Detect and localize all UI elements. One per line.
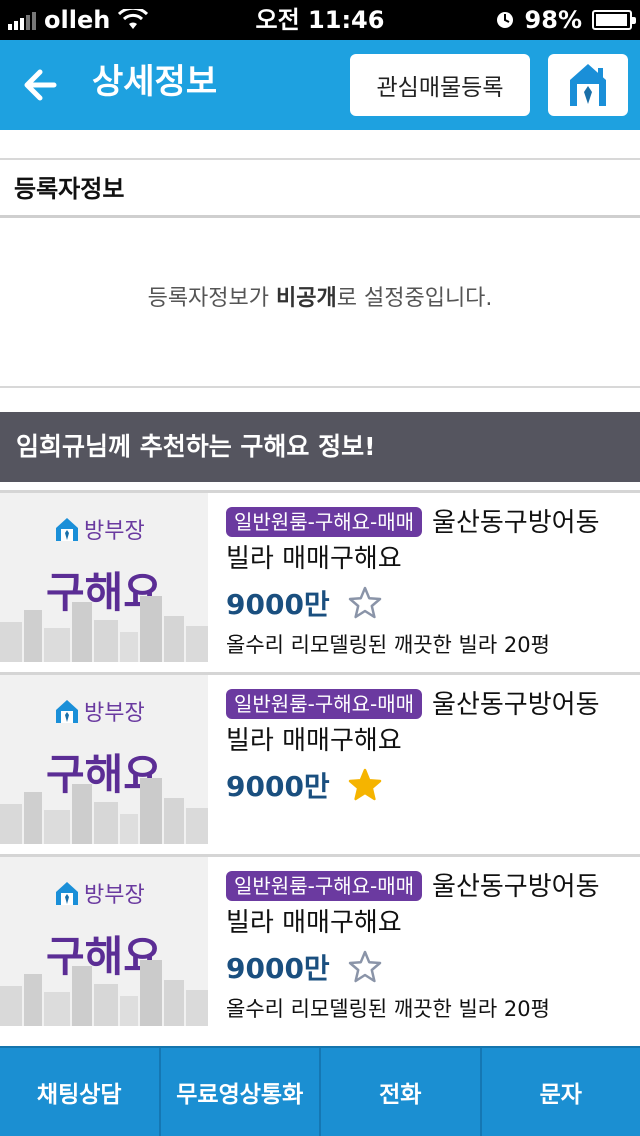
message-private-emphasis: 비공개 [276, 286, 337, 311]
message-suffix: 로 설정중입니다. [336, 286, 493, 311]
listing-title-line: 일반원룸-구해요-매매 울산동구방어동 빌라 매매구해요 [226, 505, 630, 577]
add-favorite-button[interactable]: 관심매물등록 [350, 54, 530, 116]
alarm-clock-icon [496, 12, 513, 28]
listing-price: 9000만 [226, 770, 330, 803]
price-row: 9000만 [226, 583, 630, 623]
listing-thumbnail: 방부장 구해요 [0, 675, 208, 844]
home-button[interactable] [548, 54, 628, 116]
listing-item[interactable]: 방부장 구해요 일반원룸-구해요-매매 울산동구방어동 빌라 매매구해요 9000만올수… [0, 854, 640, 1026]
listing-item[interactable]: 방부장 구해요 일반원룸-구해요-매매 울산동구방어동 빌라 매매구해요 9000만 [0, 672, 640, 844]
listing-thumbnail: 방부장 구해요 [0, 493, 208, 662]
battery-percent: 98% [524, 6, 582, 34]
status-right: 98% [495, 0, 636, 40]
city-skyline-illustration [0, 778, 208, 844]
carrier-label: olleh [44, 6, 111, 34]
city-skyline-illustration [0, 960, 208, 1026]
phone-call-button[interactable]: 전화 [321, 1048, 482, 1136]
registrant-section: 등록자정보 등록자정보가 비공개로 설정중입니다. [0, 130, 640, 412]
listing-price: 9000만 [226, 952, 330, 985]
city-skyline-illustration [0, 596, 208, 662]
listing-info: 일반원룸-구해요-매매 울산동구방어동 빌라 매매구해요 9000만 [226, 687, 630, 805]
listing-price: 9000만 [226, 588, 330, 621]
listing-description: 올수리 리모델링된 깨끗한 빌라 20평 [226, 997, 550, 1021]
brand-name: 방부장 [84, 883, 145, 908]
section-divider [0, 386, 640, 388]
listing-title-line: 일반원룸-구해요-매매 울산동구방어동 빌라 매매구해요 [226, 687, 630, 759]
house-logo-icon [56, 882, 78, 905]
back-button[interactable] [18, 60, 68, 110]
listing-info: 일반원룸-구해요-매매 울산동구방어동 빌라 매매구해요 9000만올수리 리모델링… [226, 505, 630, 659]
price-row: 9000만 [226, 947, 630, 987]
star-outline-icon[interactable] [348, 950, 382, 984]
category-tag: 일반원룸-구해요-매매 [226, 689, 423, 719]
star-filled-icon[interactable] [348, 768, 382, 802]
house-logo-icon [56, 518, 78, 541]
brand-logo: 방부장 [54, 877, 145, 909]
sms-button[interactable]: 문자 [482, 1048, 640, 1136]
section-divider [0, 130, 640, 160]
battery-icon [592, 10, 636, 30]
brand-name: 방부장 [84, 519, 145, 544]
price-row: 9000만 [226, 765, 630, 805]
registrant-heading: 등록자정보 [0, 160, 640, 218]
category-tag: 일반원룸-구해요-매매 [226, 871, 423, 901]
status-left: olleh [8, 0, 149, 40]
home-icon [570, 64, 606, 106]
listing-title-line: 일반원룸-구해요-매매 울산동구방어동 빌라 매매구해요 [226, 869, 630, 941]
brand-logo: 방부장 [54, 513, 145, 545]
message-prefix: 등록자정보가 [147, 286, 277, 311]
wifi-icon [118, 9, 149, 29]
registrant-private-message: 등록자정보가 비공개로 설정중입니다. [0, 280, 640, 312]
listing-description: 올수리 리모델링된 깨끗한 빌라 20평 [226, 633, 550, 657]
app-header: 상세정보 관심매물등록 [0, 40, 640, 130]
signal-icon [8, 10, 36, 30]
listing-thumbnail: 방부장 구해요 [0, 857, 208, 1026]
brand-name: 방부장 [84, 701, 145, 726]
bottom-action-bar: 채팅상담 무료영상통화 전화 문자 [0, 1046, 640, 1136]
brand-logo: 방부장 [54, 695, 145, 727]
page-title: 상세정보 [92, 62, 218, 102]
house-logo-icon [56, 700, 78, 723]
battery-fill [596, 14, 628, 26]
star-outline-icon[interactable] [348, 586, 382, 620]
chat-consult-button[interactable]: 채팅상담 [0, 1048, 161, 1136]
category-tag: 일반원룸-구해요-매매 [226, 507, 423, 537]
back-arrow-icon [24, 69, 57, 101]
status-bar: olleh 오전 11:46 98% [0, 0, 640, 40]
video-call-button[interactable]: 무료영상통화 [161, 1048, 321, 1136]
listing-info: 일반원룸-구해요-매매 울산동구방어동 빌라 매매구해요 9000만올수리 리모델링… [226, 869, 630, 1023]
recommend-banner: 임희규님께 추천하는 구해요 정보! [0, 412, 640, 482]
listing-item[interactable]: 방부장 구해요 일반원룸-구해요-매매 울산동구방어동 빌라 매매구해요 9000만올수… [0, 490, 640, 662]
